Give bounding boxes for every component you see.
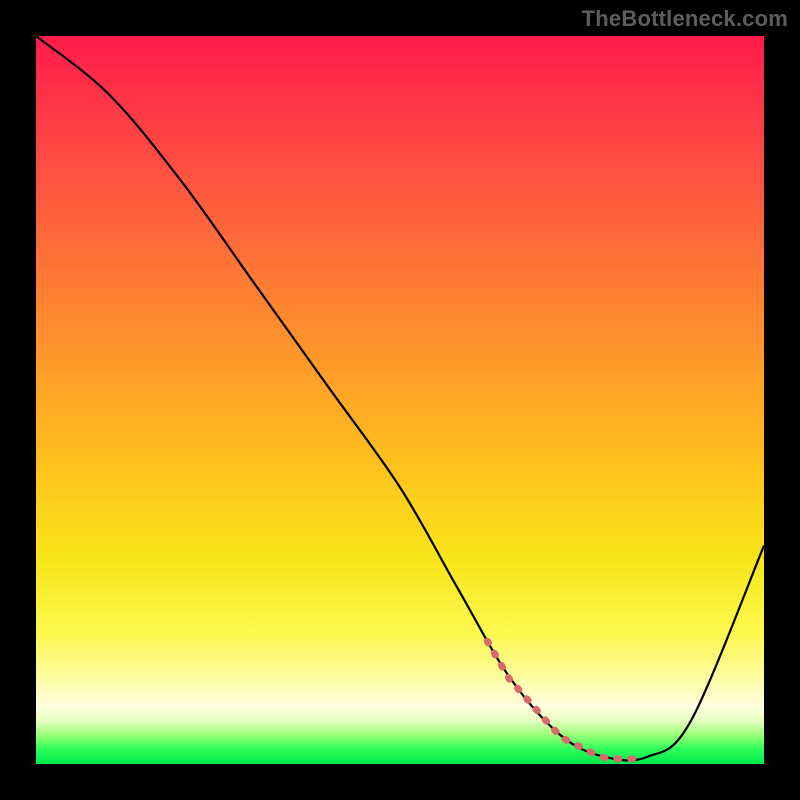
highlight-dots — [487, 641, 640, 759]
bottleneck-curve-line — [36, 36, 764, 760]
attribution-label: TheBottleneck.com — [582, 6, 788, 32]
plot-area — [36, 36, 764, 764]
bottleneck-curve-svg — [36, 36, 764, 764]
chart-frame: TheBottleneck.com — [0, 0, 800, 800]
